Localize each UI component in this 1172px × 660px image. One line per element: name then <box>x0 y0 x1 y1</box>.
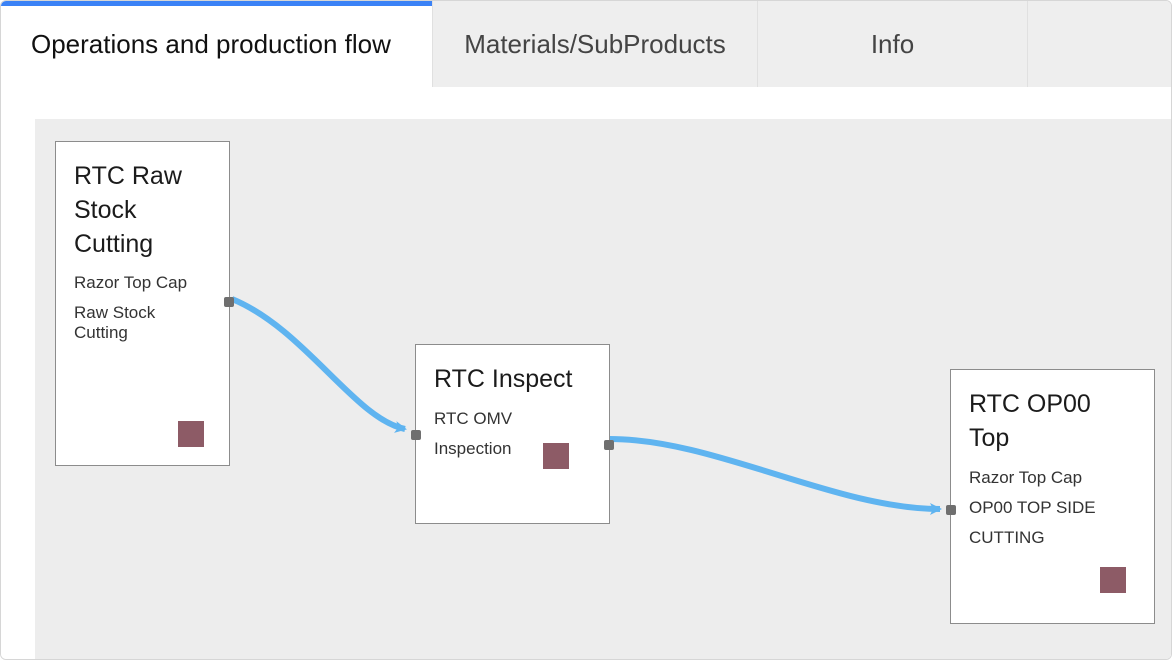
node-inspect-in-port[interactable] <box>411 430 421 440</box>
node-inspect[interactable]: RTC Inspect RTC OMV Inspection <box>415 344 610 524</box>
node-op00[interactable]: RTC OP00 Top Razor Top Cap OP00 TOP SIDE… <box>950 369 1155 624</box>
tab-operations[interactable]: Operations and production flow <box>1 1 433 87</box>
tab-info-label: Info <box>871 29 914 60</box>
tab-materials[interactable]: Materials/SubProducts <box>433 1 758 87</box>
tab-materials-label: Materials/SubProducts <box>464 29 726 60</box>
node-op00-line2: OP00 TOP SIDE <box>969 498 1136 518</box>
node-raw-cut-out-port[interactable] <box>224 297 234 307</box>
node-raw-cut-line2: Raw Stock Cutting <box>74 303 211 343</box>
node-op00-swatch <box>1100 567 1126 593</box>
canvas[interactable]: RTC Raw Stock Cutting Razor Top Cap Raw … <box>1 87 1171 659</box>
node-op00-line1: Razor Top Cap <box>969 468 1136 488</box>
node-inspect-swatch <box>543 443 569 469</box>
node-inspect-title: RTC Inspect <box>434 363 591 397</box>
tab-info[interactable]: Info <box>758 1 1028 87</box>
node-raw-cut-line1: Razor Top Cap <box>74 273 211 293</box>
node-raw-cut[interactable]: RTC Raw Stock Cutting Razor Top Cap Raw … <box>55 141 230 466</box>
app-frame: Operations and production flow Materials… <box>0 0 1172 660</box>
node-raw-cut-title: RTC Raw Stock Cutting <box>74 160 211 261</box>
node-op00-title: RTC OP00 Top <box>969 388 1136 456</box>
node-op00-in-port[interactable] <box>946 505 956 515</box>
tab-bar: Operations and production flow Materials… <box>1 1 1171 87</box>
canvas-inner: RTC Raw Stock Cutting Razor Top Cap Raw … <box>35 119 1171 659</box>
node-raw-cut-swatch <box>178 421 204 447</box>
node-inspect-line1: RTC OMV <box>434 409 591 429</box>
node-op00-line3: CUTTING <box>969 528 1136 548</box>
tab-operations-label: Operations and production flow <box>31 29 391 60</box>
tab-empty <box>1028 1 1171 87</box>
node-inspect-out-port[interactable] <box>604 440 614 450</box>
